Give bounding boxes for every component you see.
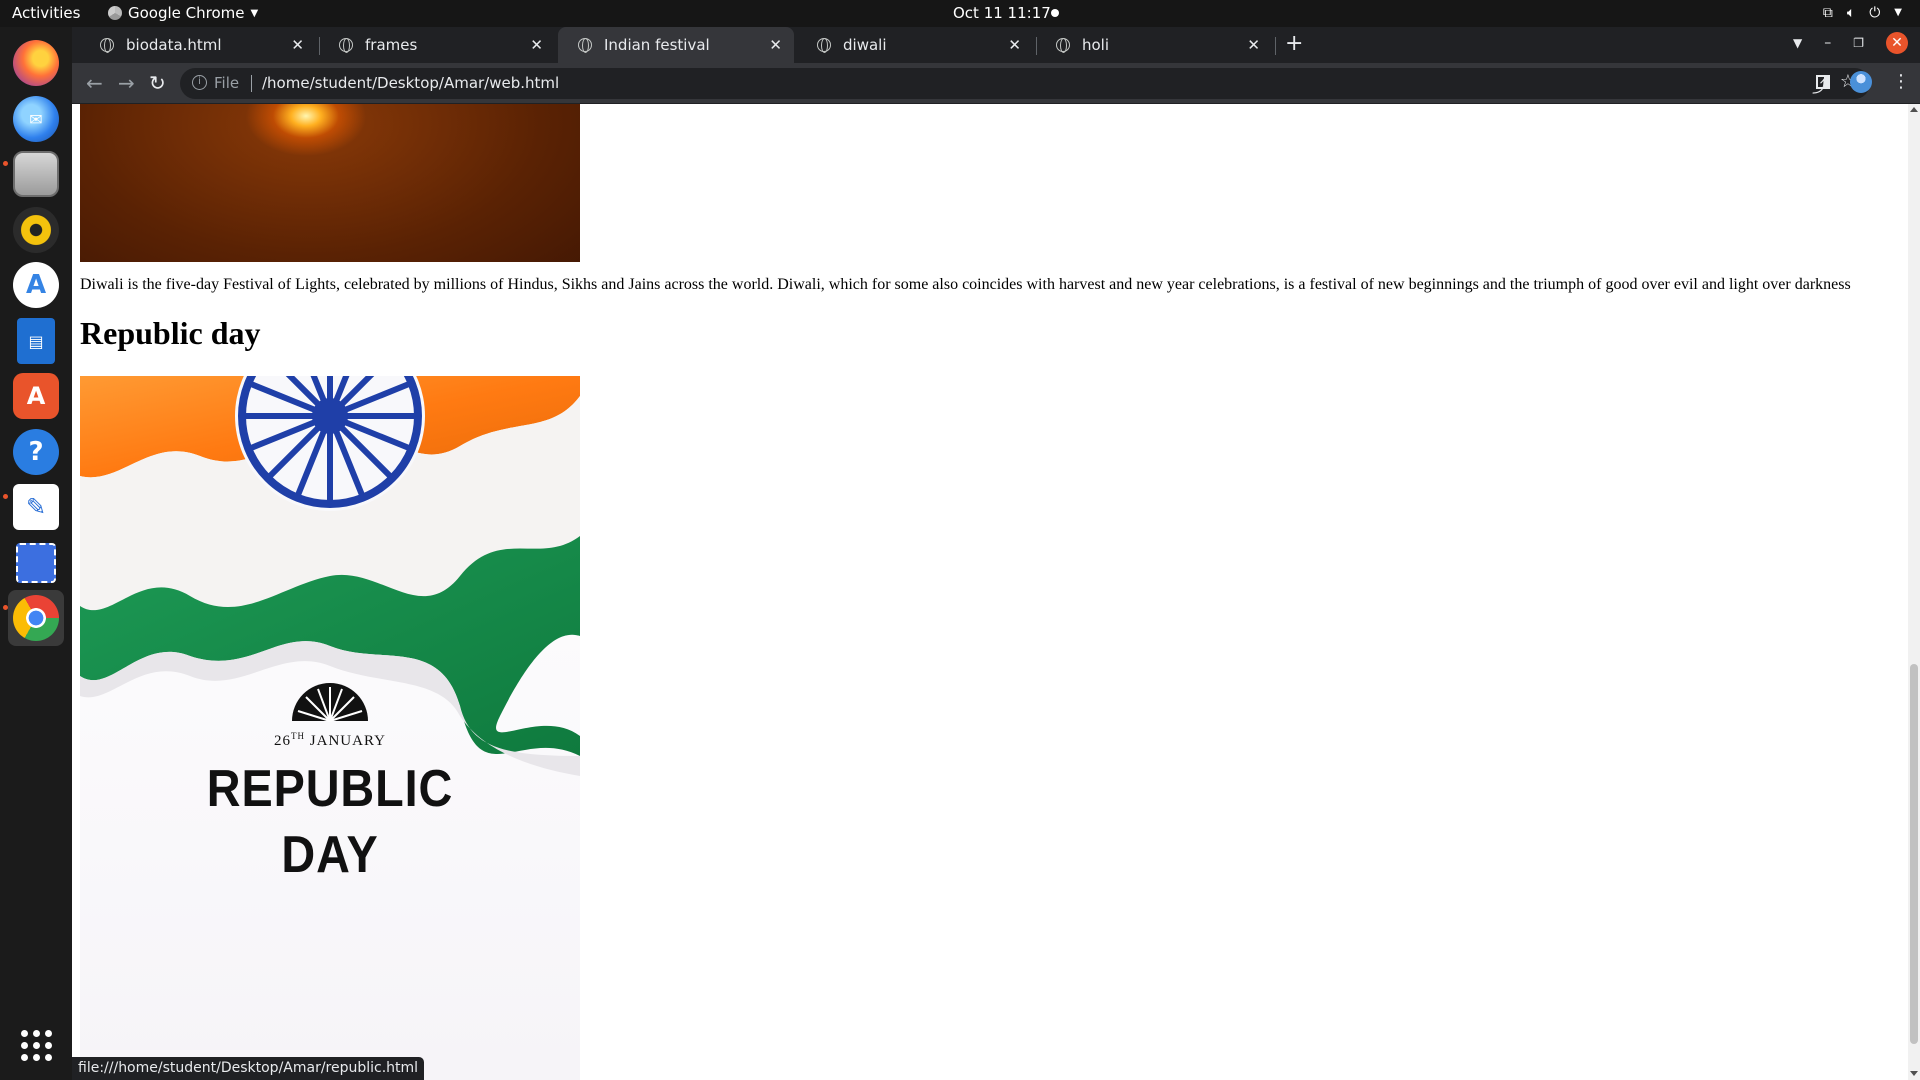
tab-holi[interactable]: holi ✕ — [1036, 27, 1272, 63]
globe-icon — [100, 38, 114, 53]
tab-close-icon[interactable]: ✕ — [769, 36, 782, 54]
browser-toolbar: ← → ↻ i File /home/student/Desktop/Amar/… — [72, 63, 1920, 104]
screenshot-icon — [16, 543, 56, 583]
window-controls: ▼ – ❐ ✕ — [1793, 32, 1908, 54]
tab-biodata[interactable]: biodata.html ✕ — [80, 27, 316, 63]
firefox-icon — [13, 40, 59, 86]
republic-date-text: 26TH JANUARY — [80, 731, 580, 750]
ashoka-emblem-icon — [292, 683, 368, 722]
tab-label: biodata.html — [126, 36, 222, 54]
tab-separator — [1275, 37, 1276, 55]
app-menu-label: Google Chrome — [128, 4, 245, 22]
tab-strip: biodata.html ✕ frames ✕ Indian festival … — [72, 27, 1920, 63]
tab-diwali[interactable]: diwali ✕ — [797, 27, 1033, 63]
dock-chrome[interactable] — [8, 590, 64, 646]
app-center-icon: A — [13, 262, 59, 308]
new-tab-button[interactable]: + — [1285, 31, 1303, 56]
url-scheme: File — [214, 74, 240, 92]
address-bar[interactable]: i File /home/student/Desktop/Amar/web.ht… — [180, 68, 1870, 99]
dock-files[interactable] — [8, 146, 64, 202]
tab-label: diwali — [843, 36, 887, 54]
dropdown-arrow-icon: ▼ — [250, 7, 259, 19]
page-viewport: Diwali is the five-day Festival of Light… — [72, 104, 1908, 1080]
volume-icon: 🔈︎ — [1846, 5, 1856, 21]
text-editor-icon: ✎ — [13, 484, 59, 530]
reload-button[interactable]: ↻ — [149, 71, 166, 95]
gnome-top-bar: Activities Google Chrome ▼ Oct 11 11:17 … — [0, 0, 1920, 27]
tab-label: frames — [365, 36, 418, 54]
dock-screenshot[interactable] — [8, 535, 64, 591]
restore-button[interactable]: ❐ — [1853, 36, 1864, 50]
dock-rhythmbox[interactable] — [8, 202, 64, 258]
scrollbar-thumb[interactable] — [1910, 664, 1918, 1044]
files-icon — [13, 151, 59, 197]
system-tray[interactable]: ⧉ 🔈︎ ⏻ ▼ — [1823, 3, 1902, 23]
flag-drape — [80, 376, 580, 776]
globe-icon — [817, 38, 831, 53]
rhythmbox-icon — [13, 207, 59, 253]
site-info-icon[interactable]: i — [192, 75, 207, 90]
chrome-icon — [13, 595, 59, 641]
tab-search-icon[interactable]: ▼ — [1793, 36, 1802, 50]
notification-dot-icon — [1051, 9, 1059, 17]
thunderbird-icon: ✉ — [13, 96, 59, 142]
tab-close-icon[interactable]: ✕ — [291, 36, 304, 54]
menu-kebab-icon[interactable]: ⋮ — [1892, 73, 1910, 91]
dock-text-editor[interactable]: ✎ — [8, 479, 64, 535]
link-status-bubble: file:///home/student/Desktop/Amar/republ… — [72, 1057, 425, 1080]
diwali-paragraph: Diwali is the five-day Festival of Light… — [80, 276, 1851, 293]
dock: ✉ A ▤ A ? ✎ — [0, 27, 72, 1080]
forward-button[interactable]: → — [118, 71, 135, 95]
url-text[interactable]: /home/student/Desktop/Amar/web.html — [262, 74, 559, 92]
tab-label: Indian festival — [604, 36, 710, 54]
page-scrollbar[interactable] — [1908, 104, 1920, 1080]
scroll-down-icon[interactable] — [1910, 1071, 1918, 1076]
minimize-button[interactable]: – — [1824, 35, 1831, 51]
app-grid-icon — [20, 1029, 52, 1061]
app-menu[interactable]: Google Chrome ▼ — [108, 4, 258, 22]
dock-software[interactable]: A — [8, 368, 64, 424]
chrome-small-icon — [108, 6, 122, 20]
title-line-2: DAY — [281, 826, 379, 884]
tab-label: holi — [1082, 36, 1110, 54]
dock-help[interactable]: ? — [8, 424, 64, 480]
profile-avatar[interactable] — [1850, 71, 1872, 93]
tray-dropdown-icon: ▼ — [1894, 7, 1902, 18]
globe-icon — [1056, 38, 1070, 53]
side-panel-icon[interactable] — [1816, 75, 1830, 89]
dock-writer[interactable]: ▤ — [8, 313, 64, 369]
dock-app-center[interactable]: A — [8, 257, 64, 313]
software-store-icon: A — [13, 373, 59, 419]
dock-firefox[interactable] — [8, 35, 64, 91]
date-month: JANUARY — [309, 733, 386, 749]
globe-icon — [339, 38, 353, 53]
libreoffice-writer-icon: ▤ — [17, 318, 55, 364]
diwali-image — [80, 104, 580, 262]
date-suffix: TH — [291, 731, 306, 741]
date-number: 26 — [274, 733, 292, 749]
close-window-button[interactable]: ✕ — [1886, 32, 1908, 54]
tab-close-icon[interactable]: ✕ — [1247, 36, 1260, 54]
republic-day-heading: Republic day — [80, 315, 261, 351]
tab-indian-festival[interactable]: Indian festival ✕ — [558, 27, 794, 63]
republic-title-text: REPUBLIC DAY — [105, 756, 555, 888]
tab-frames[interactable]: frames ✕ — [319, 27, 555, 63]
clock[interactable]: Oct 11 11:17 — [953, 4, 1051, 22]
dock-thunderbird[interactable]: ✉ — [8, 91, 64, 147]
scroll-up-icon[interactable] — [1910, 107, 1918, 112]
back-button[interactable]: ← — [86, 71, 103, 95]
globe-icon — [578, 38, 592, 53]
activities-button[interactable]: Activities — [12, 4, 80, 22]
network-icon: ⧉ — [1822, 5, 1833, 21]
title-line-1: REPUBLIC — [206, 760, 454, 818]
help-icon: ? — [13, 429, 59, 475]
power-icon: ⏻ — [1869, 5, 1881, 21]
dock-show-apps[interactable] — [8, 1017, 64, 1073]
toolbar-actions: ⋮ — [1816, 71, 1910, 93]
tab-close-icon[interactable]: ✕ — [530, 36, 543, 54]
republic-day-image[interactable]: 26TH JANUARY REPUBLIC DAY — [80, 376, 580, 1080]
omnibox-divider — [251, 75, 252, 92]
tab-close-icon[interactable]: ✕ — [1008, 36, 1021, 54]
